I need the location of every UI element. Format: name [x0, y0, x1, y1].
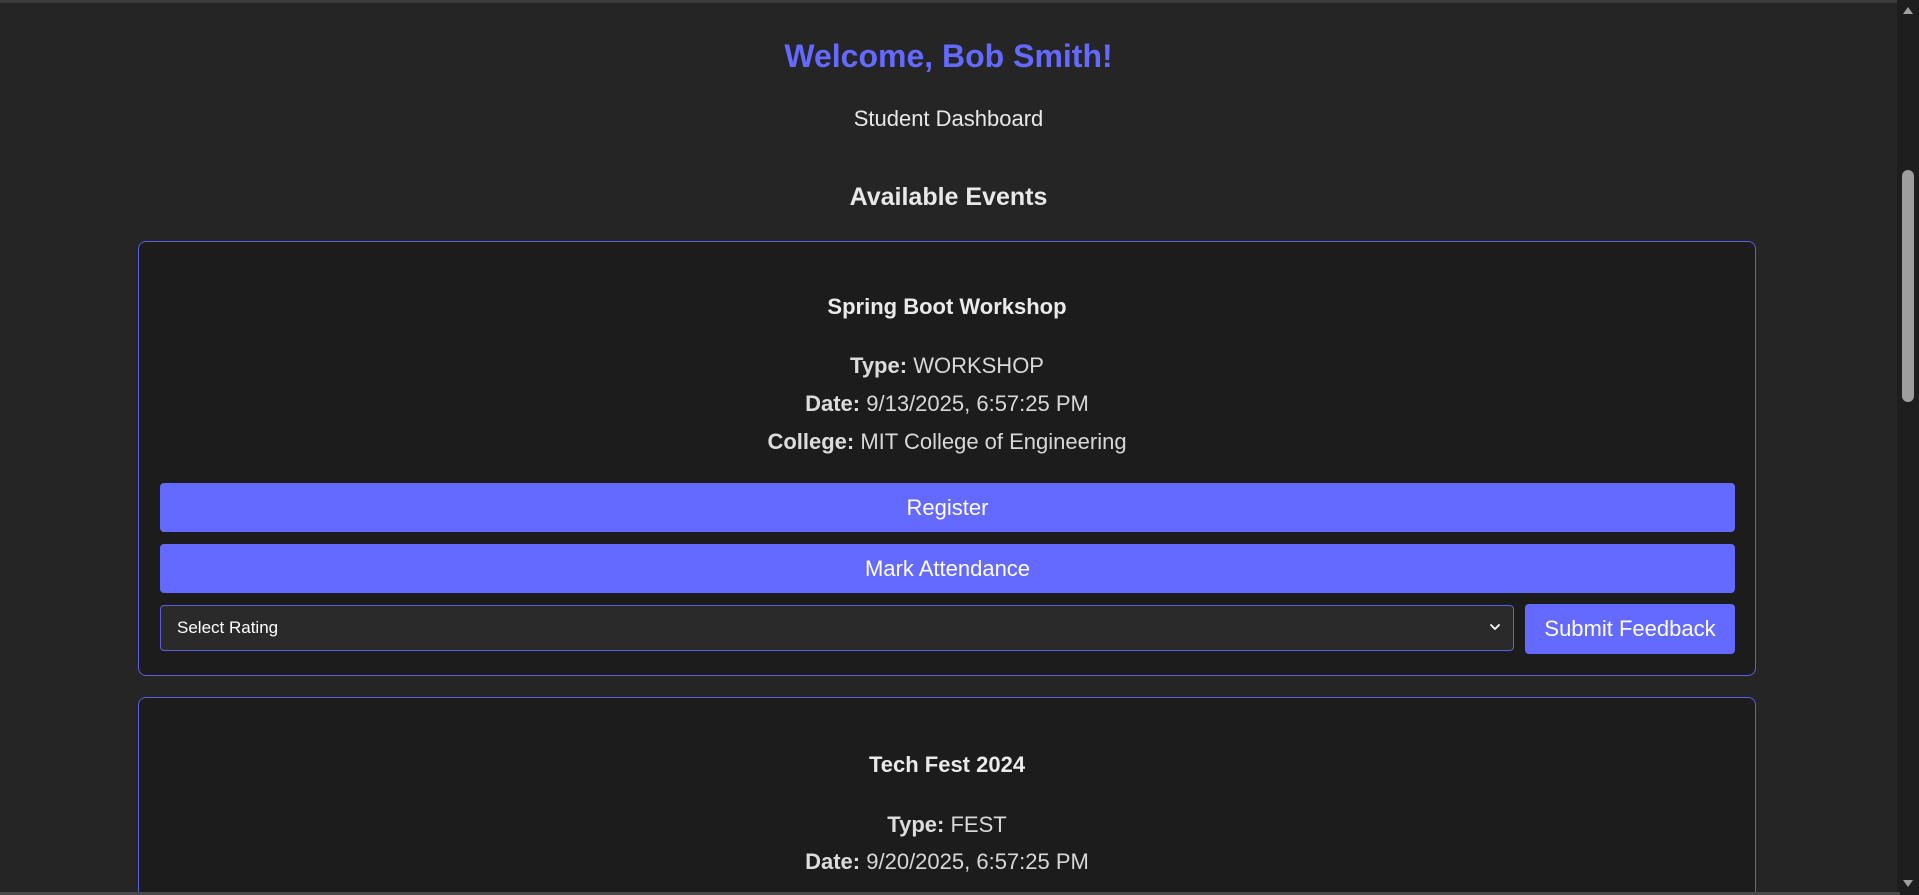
college-value: MIT College of Engineering — [860, 429, 1127, 454]
college-label: College: — [767, 429, 855, 454]
type-value: WORKSHOP — [913, 353, 1044, 378]
scrollbar-thumb[interactable] — [1902, 170, 1914, 402]
type-label: Type: — [887, 812, 945, 837]
scroll-down-arrow-icon[interactable] — [1902, 879, 1914, 889]
event-date: Date: 9/20/2025, 6:57:25 PM — [139, 847, 1755, 877]
welcome-heading: Welcome, Bob Smith! — [784, 38, 1113, 74]
event-type: Type: WORKSHOP — [139, 351, 1755, 381]
event-title: Tech Fest 2024 — [868, 752, 1026, 777]
scroll-up-arrow-icon[interactable] — [1902, 5, 1914, 15]
available-events-heading: Available Events — [849, 183, 1048, 211]
rating-select[interactable]: Select Rating — [160, 605, 1514, 651]
submit-feedback-button[interactable]: Submit Feedback — [1525, 604, 1735, 654]
mark-attendance-button[interactable]: Mark Attendance — [160, 544, 1735, 593]
date-label: Date: — [805, 849, 861, 874]
page: Welcome, Bob Smith! Student Dashboard Av… — [0, 0, 1919, 895]
event-card: Spring Boot Workshop Type: WORKSHOP Date… — [138, 241, 1756, 676]
event-card: Tech Fest 2024 Type: FEST Date: 9/20/202… — [138, 697, 1756, 895]
event-date: Date: 9/13/2025, 6:57:25 PM — [139, 389, 1755, 419]
date-value: 9/13/2025, 6:57:25 PM — [866, 391, 1089, 416]
type-label: Type: — [850, 353, 908, 378]
dashboard-subtitle: Student Dashboard — [853, 106, 1044, 131]
main-content: Welcome, Bob Smith! Student Dashboard Av… — [0, 0, 1897, 895]
register-button[interactable]: Register — [160, 483, 1735, 532]
feedback-row: Select Rating Submit Feedback — [160, 604, 1735, 654]
event-title: Spring Boot Workshop — [827, 294, 1067, 319]
event-type: Type: FEST — [139, 810, 1755, 840]
rating-select-value: Select Rating — [177, 618, 279, 637]
type-value: FEST — [950, 812, 1007, 837]
date-label: Date: — [805, 391, 861, 416]
event-college: College: MIT College of Engineering — [139, 427, 1755, 457]
chevron-down-icon — [1490, 624, 1500, 630]
date-value: 9/20/2025, 6:57:25 PM — [866, 849, 1089, 874]
vertical-scrollbar[interactable] — [1897, 0, 1919, 895]
